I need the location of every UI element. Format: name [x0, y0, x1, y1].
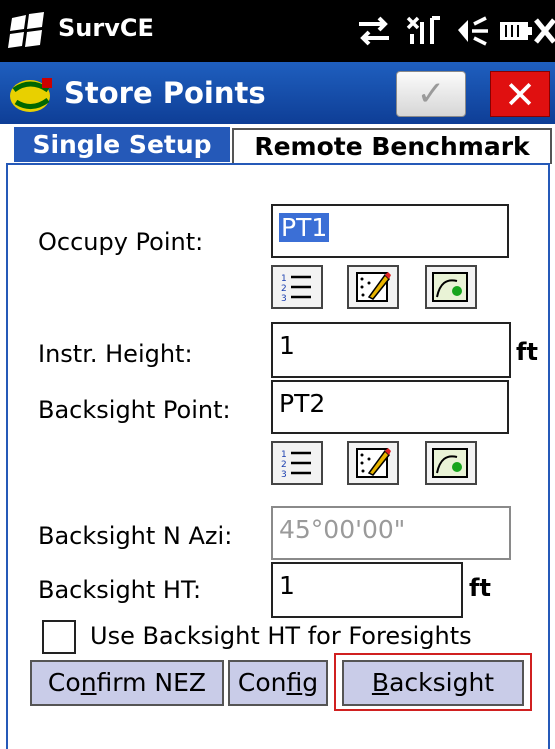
instr-height-unit: ft	[516, 338, 538, 366]
svg-text:1: 1	[281, 274, 287, 284]
occupy-point-value: PT1	[279, 213, 330, 242]
battery-icon[interactable]	[498, 16, 532, 46]
config-label-a: Con	[237, 668, 287, 697]
config-label-b: ig	[302, 668, 319, 697]
map-select-button[interactable]	[425, 265, 477, 309]
page-title: Store Points	[64, 76, 266, 110]
instr-height-label: Instr. Height:	[38, 340, 193, 368]
checkmark-icon: ✓	[416, 74, 446, 114]
backsight-ht-input[interactable]: 1	[271, 562, 463, 618]
edit-pencil-icon	[356, 272, 391, 302]
close-button[interactable]: ✕	[490, 71, 550, 117]
point-list-button[interactable]: 1 2 3	[271, 265, 323, 309]
svg-text:2: 2	[281, 460, 287, 470]
close-icon: ✕	[504, 73, 536, 117]
backsight-point-list-button[interactable]: 1 2 3	[271, 441, 323, 485]
edit-pencil-icon	[356, 448, 391, 478]
numbered-list-icon: 1 2 3	[281, 450, 311, 480]
map-select-icon	[432, 448, 468, 478]
backsight-button[interactable]: Backsight	[342, 660, 524, 706]
use-backsight-ht-label: Use Backsight HT for Foresights	[90, 622, 472, 650]
svg-text:3: 3	[281, 470, 287, 480]
speaker-muted-icon[interactable]	[452, 14, 490, 48]
tab-single-setup[interactable]: Single Setup	[14, 125, 230, 162]
config-button[interactable]: Config	[228, 660, 328, 706]
ok-button[interactable]: ✓	[396, 71, 466, 117]
svg-text:3: 3	[281, 294, 287, 304]
config-label-accel: f	[286, 668, 303, 697]
confirm-nez-label-b: firm NEZ	[96, 668, 207, 697]
map-select-icon	[432, 272, 468, 302]
close-x-icon[interactable]	[534, 14, 555, 48]
backsight-label-accel: B	[371, 668, 390, 697]
use-backsight-ht-checkbox[interactable]	[42, 620, 76, 654]
survey-app-icon	[10, 78, 52, 112]
occupy-point-input[interactable]: PT1	[271, 204, 509, 258]
backsight-point-label: Backsight Point:	[38, 396, 231, 424]
app-name: SurvCE	[58, 14, 154, 42]
svg-text:2: 2	[281, 284, 287, 294]
backsight-azi-input[interactable]: 45°00'00"	[271, 506, 511, 560]
backsight-label-b: acksight	[389, 668, 495, 697]
backsight-ht-unit: ft	[469, 574, 491, 602]
confirm-nez-button[interactable]: Confirm NEZ	[30, 660, 224, 706]
backsight-azi-label: Backsight N Azi:	[38, 522, 233, 550]
backsight-edit-point-button[interactable]	[347, 441, 399, 485]
instr-height-input[interactable]: 1	[271, 322, 511, 378]
backsight-point-input[interactable]: PT2	[271, 380, 509, 434]
no-signal-icon[interactable]	[404, 14, 442, 48]
numbered-list-icon: 1 2 3	[281, 274, 311, 304]
windows-flag-icon[interactable]	[8, 12, 48, 48]
occupy-point-label: Occupy Point:	[38, 228, 204, 256]
connectivity-icon[interactable]	[355, 14, 393, 48]
confirm-nez-label-a: Co	[47, 668, 81, 697]
tab-remote-benchmark[interactable]: Remote Benchmark	[232, 128, 552, 164]
svg-text:1: 1	[281, 450, 287, 460]
edit-point-button[interactable]	[347, 265, 399, 309]
backsight-ht-label: Backsight HT:	[38, 576, 202, 604]
confirm-nez-label-accel: n	[80, 668, 97, 697]
backsight-map-select-button[interactable]	[425, 441, 477, 485]
